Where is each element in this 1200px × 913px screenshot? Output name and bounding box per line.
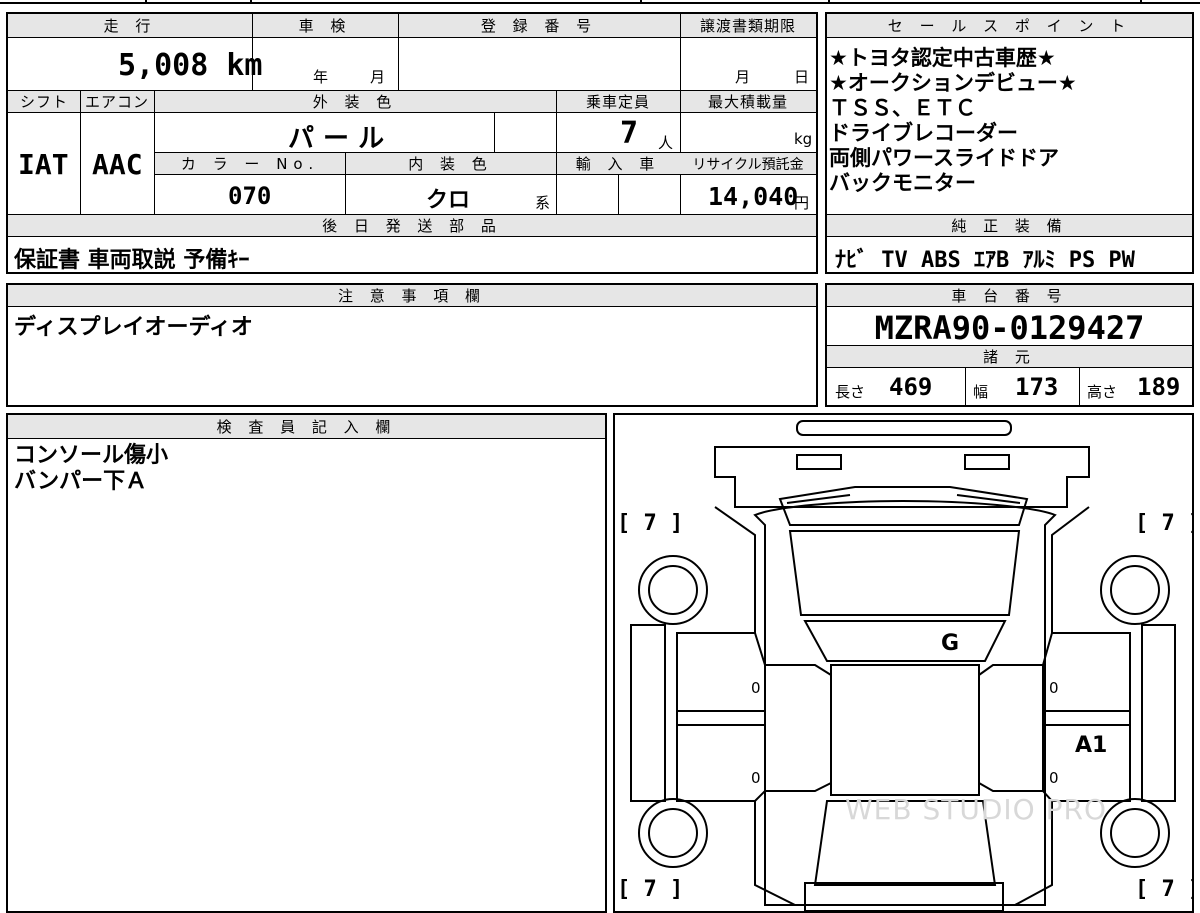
capacity-header: 乗車定員 — [556, 91, 680, 113]
right-front-door — [1042, 632, 1131, 712]
roof — [830, 664, 980, 796]
body-outline — [753, 499, 1057, 906]
notes-header: 注 意 事 項 欄 — [8, 285, 816, 307]
sales-point-line: ＴＳＳ、ＥＴＣ — [829, 96, 976, 120]
wheel-rear-right — [1100, 798, 1170, 868]
registration-header: 登 録 番 号 — [398, 14, 680, 38]
inspector-box: 検 査 員 記 入 欄 コンソール傷小 バンパー下Ａ — [6, 413, 607, 913]
left-front-door — [676, 632, 766, 712]
sales-point-line: ★トヨタ認定中古車歴★ — [829, 46, 1056, 70]
exterior-header: 外 装 色 — [154, 91, 556, 113]
genuine-equipment-value: ﾅﾋﾞ TV ABS ｴｱB ｱﾙﾐ PS PW — [835, 248, 1135, 273]
left-rear-door-mark: 0 — [751, 769, 761, 787]
headlight-right — [964, 454, 1010, 470]
later-parts-value: 保証書 車両取説 予備ｷｰ — [14, 248, 250, 273]
inspector-line: バンパー下Ａ — [14, 469, 148, 494]
recycle-header: リサイクル預託金 — [680, 153, 816, 175]
mileage-header: 走 行 — [8, 14, 252, 38]
front-bumper — [714, 446, 1090, 508]
tire-rear-right-mark: [ 7 ] — [1135, 877, 1192, 902]
tire-rear-left-mark: [ 7 ] — [617, 877, 684, 902]
tire-front-right-mark: [ 7 ] — [1135, 511, 1192, 536]
max-load-unit: kg — [794, 130, 813, 148]
height-label: 高さ — [1087, 383, 1118, 401]
width-value: 173 — [1015, 373, 1059, 401]
car-diagram-box: [ 7 ] [ 7 ] [ 7 ] [ 7 ] G A1 0 0 0 0 WEB… — [613, 413, 1194, 913]
left-front-door-mark: 0 — [751, 679, 761, 697]
headlight-left — [796, 454, 842, 470]
chassis-box: 車 台 番 号 MZRA90-0129427 諸 元 長さ 469 幅 173 … — [825, 283, 1194, 407]
sales-point-line: 両側パワースライドドア — [829, 146, 1059, 170]
inspector-header: 検 査 員 記 入 欄 — [8, 415, 605, 439]
recycle-unit: 円 — [794, 194, 810, 212]
sales-point-line: バックモニター — [829, 171, 976, 195]
left-rear-door — [676, 724, 766, 802]
exterior-value: パ ー ル — [288, 124, 385, 154]
sales-point-line: ★オークションデビュー★ — [829, 71, 1077, 95]
tire-front-left-mark: [ 7 ] — [617, 511, 684, 536]
color-no-header: カ ラ ー No. — [155, 153, 345, 175]
import-header: 輸 入 車 — [556, 153, 680, 175]
capacity-unit: 人 — [658, 134, 674, 152]
sales-point-line: ドライブレコーダー — [829, 121, 1018, 145]
sales-points-list: ★トヨタ認定中古車歴★ ★オークションデビュー★ ＴＳＳ、ＥＴＣ ドライブレコー… — [829, 46, 1077, 196]
genuine-equipment-header: 純 正 装 備 — [827, 215, 1192, 237]
top-strip — [0, 0, 1200, 8]
vehicle-info-table: 走 行 車 検 登 録 番 号 譲渡書類期限 5,008 km 年 月 月 日 … — [6, 12, 818, 274]
interior-suffix: 系 — [535, 194, 551, 212]
aircon-header: エアコン — [80, 91, 154, 113]
capacity-value: 7 — [620, 116, 639, 151]
rear-bumper — [804, 882, 1004, 911]
color-no-value: 070 — [228, 182, 272, 210]
interior-value: クロ — [426, 188, 471, 213]
length-label: 長さ — [835, 383, 866, 401]
specs-header: 諸 元 — [827, 346, 1192, 368]
inspection-month-unit: 月 — [370, 68, 386, 86]
sales-points-box: セ ー ル ス ポ イ ン ト ★トヨタ認定中古車歴★ ★オークションデビュー★… — [825, 12, 1194, 274]
right-front-door-mark: 0 — [1049, 679, 1059, 697]
car-diagram — [630, 420, 1176, 911]
wheel-front-right — [1100, 555, 1170, 625]
wheel-rear-left — [638, 798, 708, 868]
windshield-mark: G — [941, 631, 960, 656]
aircon-value: AAC — [92, 148, 143, 181]
right-rear-door-mark: A1 — [1075, 733, 1108, 758]
interior-header: 内 装 色 — [345, 153, 556, 175]
later-parts-header: 後 日 発 送 部 品 — [8, 215, 816, 237]
width-label: 幅 — [973, 383, 989, 401]
right-rear-door-zero-mark: 0 — [1049, 769, 1059, 787]
transfer-header: 譲渡書類期限 — [680, 14, 816, 38]
chassis-header: 車 台 番 号 — [827, 285, 1192, 307]
watermark: WEB STUDIO PRO — [845, 793, 1107, 826]
shift-value: IAT — [18, 148, 69, 181]
notes-box: 注 意 事 項 欄 ディスプレイオーディオ — [6, 283, 818, 407]
shift-header: シフト — [8, 91, 80, 113]
sales-points-header: セ ー ル ス ポ イ ン ト — [827, 14, 1192, 38]
inspector-line: コンソール傷小 — [14, 443, 169, 468]
recycle-value: 14,040 — [708, 182, 799, 211]
transfer-month-unit: 月 — [735, 68, 751, 86]
notes-value: ディスプレイオーディオ — [14, 315, 253, 340]
roof-front — [803, 620, 1007, 662]
inspection-header: 車 検 — [252, 14, 398, 38]
max-load-header: 最大積載量 — [680, 91, 816, 113]
windshield — [788, 530, 1021, 616]
mileage-value: 5,008 km — [118, 48, 263, 83]
bumper-front — [796, 420, 1012, 436]
wheel-front-left — [638, 555, 708, 625]
inspection-year-unit: 年 — [313, 68, 329, 86]
transfer-day-unit: 日 — [794, 68, 810, 86]
length-value: 469 — [889, 373, 933, 401]
chassis-value: MZRA90-0129427 — [874, 309, 1145, 347]
height-value: 189 — [1137, 373, 1181, 401]
